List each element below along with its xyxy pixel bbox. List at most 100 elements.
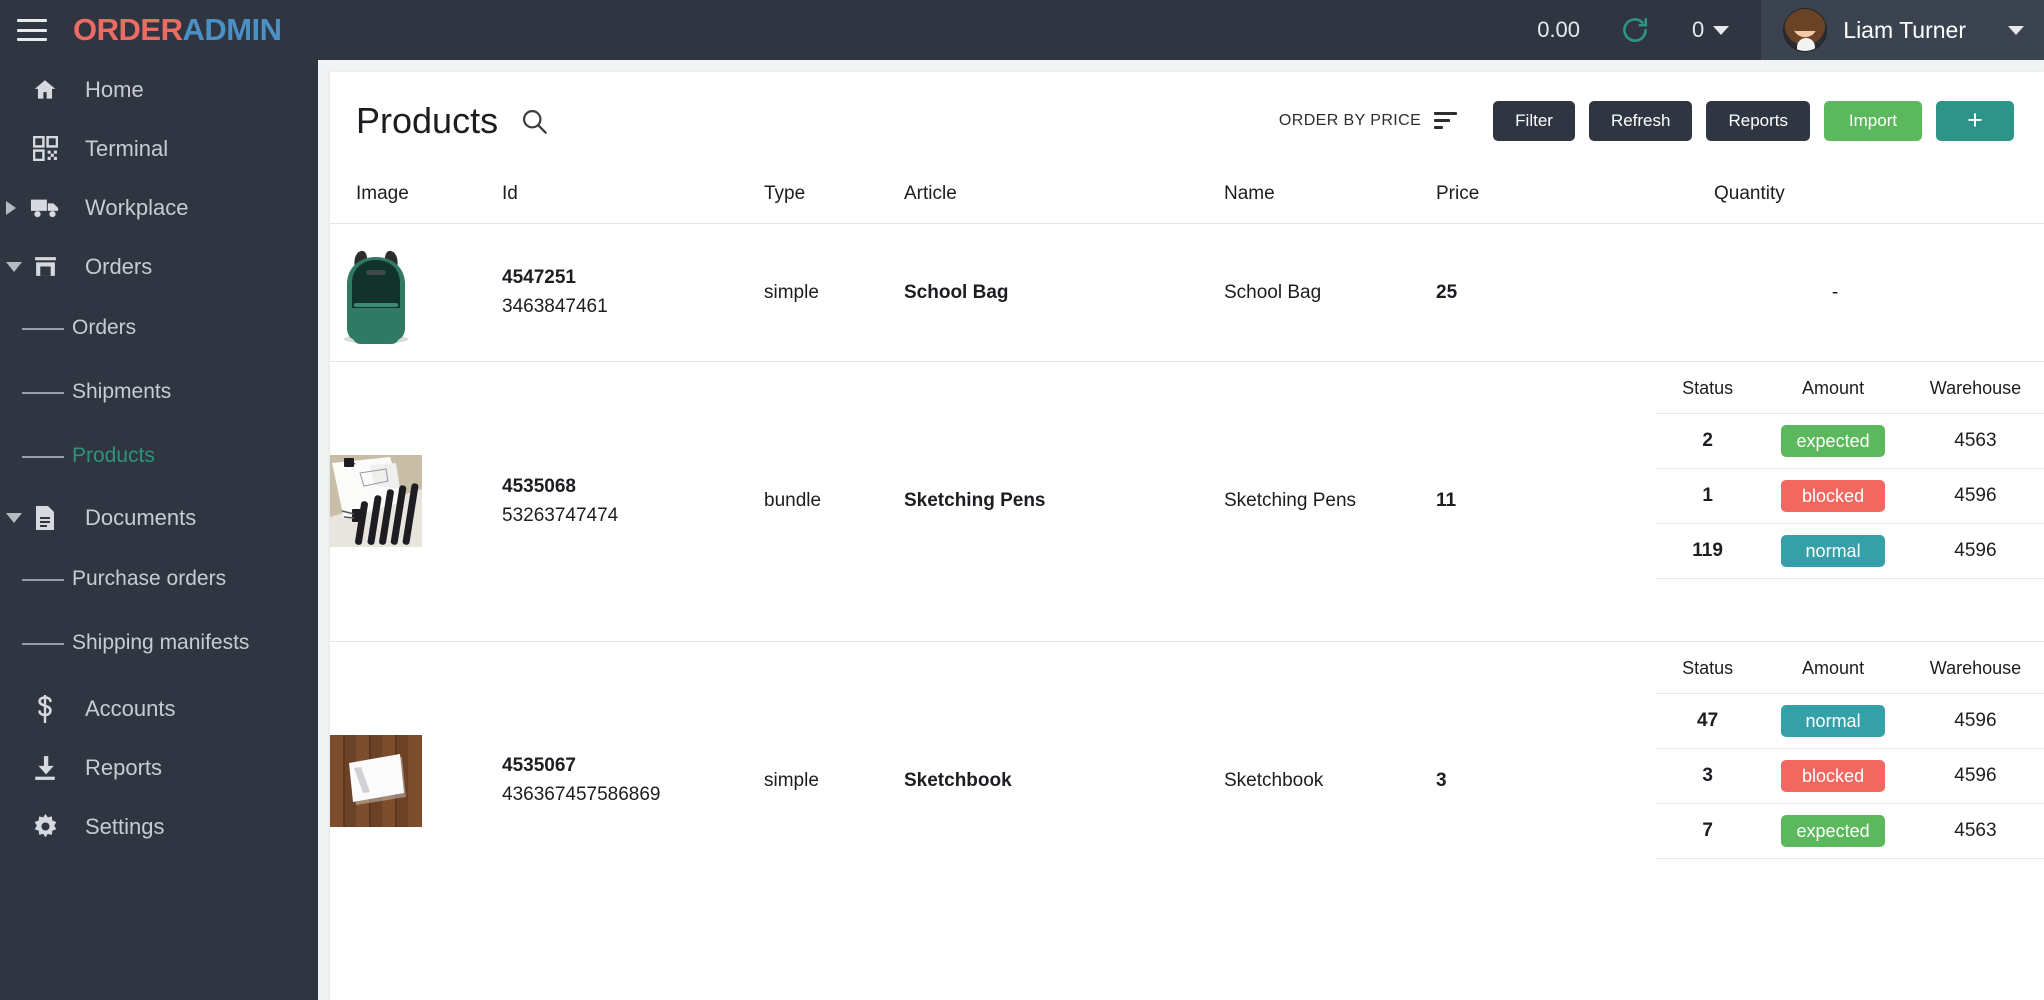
status-badge: normal bbox=[1781, 535, 1886, 567]
quantity-spacer bbox=[1656, 578, 2044, 625]
table-header-row: Image Id Type Article Name Price Quantit… bbox=[330, 169, 2044, 224]
quantity-warehouse: 4596 bbox=[1906, 747, 2044, 803]
search-icon[interactable] bbox=[520, 107, 548, 135]
cell-id: 4535067 436367457586869 bbox=[502, 640, 764, 920]
qr-icon bbox=[28, 136, 62, 161]
cell-name: Sketchbook bbox=[1224, 640, 1436, 920]
status-badge: blocked bbox=[1781, 759, 1886, 792]
quantity-warehouse: 4563 bbox=[1906, 413, 2044, 469]
home-icon bbox=[28, 77, 62, 103]
add-button[interactable]: + bbox=[1936, 100, 2014, 141]
quantity-column-status: Status bbox=[1682, 657, 1734, 678]
main-content: Products ORDER BY PRICE Filter Refresh R… bbox=[318, 60, 2044, 1000]
quantity-column-amount: Amount bbox=[1802, 378, 1865, 398]
sidebar-item-shipping-manifests[interactable]: Shipping manifests bbox=[22, 611, 318, 675]
reports-button[interactable]: Reports bbox=[1706, 100, 1810, 141]
column-header-name[interactable]: Name bbox=[1224, 169, 1436, 224]
cell-price: 25 bbox=[1436, 223, 1626, 362]
quantity-warehouse: 4596 bbox=[1906, 468, 2044, 524]
column-header-quantity[interactable]: Quantity bbox=[1626, 169, 2044, 224]
chevron-down-icon[interactable] bbox=[6, 512, 22, 523]
sidebar-item-products[interactable]: Products bbox=[22, 424, 318, 488]
sidebar-sublabel: Shipping manifests bbox=[72, 631, 250, 654]
quantity-status: 2 bbox=[1656, 413, 1760, 469]
quantity-row: 7 expected 4563 bbox=[1656, 802, 2044, 858]
quantity-status: 119 bbox=[1656, 523, 1760, 579]
order-by-price-control[interactable]: ORDER BY PRICE bbox=[1279, 112, 1458, 130]
filter-button[interactable]: Filter bbox=[1493, 100, 1575, 141]
notification-counter[interactable]: 0 bbox=[1692, 17, 1730, 43]
sidebar-sublabel: Products bbox=[72, 444, 155, 467]
sidebar-item-accounts[interactable]: Accounts bbox=[0, 679, 318, 738]
table-row[interactable]: 4535068 53263747474 bundle Sketching Pen… bbox=[330, 361, 2044, 641]
sidebar: Home Terminal Workplace Orders Orders Sh… bbox=[0, 60, 318, 1000]
sidebar-item-orders-child[interactable]: Orders bbox=[22, 296, 318, 360]
column-header-type[interactable]: Type bbox=[764, 169, 904, 224]
top-bar-right: 0.00 0 Liam Turner bbox=[1537, 0, 2044, 60]
quantity-status: 1 bbox=[1656, 468, 1760, 524]
sidebar-label: Home bbox=[85, 76, 144, 102]
quantity-table-body: 47 normal 4596 3 blocked 4596 7 expected… bbox=[1656, 692, 2044, 904]
sidebar-item-shipments[interactable]: Shipments bbox=[22, 360, 318, 424]
quantity-table-body: 2 expected 4563 1 blocked 4596 119 norma… bbox=[1656, 413, 2044, 625]
refresh-button[interactable]: Refresh bbox=[1588, 100, 1693, 141]
quantity-column-warehouse: Warehouse bbox=[1929, 378, 2022, 398]
quantity-column-amount: Amount bbox=[1802, 657, 1865, 678]
sidebar-item-workplace[interactable]: Workplace bbox=[0, 178, 318, 237]
top-bar: ORDERADMIN 0.00 0 Liam Turner bbox=[0, 0, 2044, 60]
sidebar-sublabel: Purchase orders bbox=[72, 567, 227, 590]
download-icon bbox=[28, 755, 62, 781]
quantity-column-status: Status bbox=[1682, 378, 1734, 398]
table-row[interactable]: 4535067 436367457586869 simple Sketchboo… bbox=[330, 640, 2044, 920]
table-row[interactable]: 4547251 3463847461 simple School Bag Sch… bbox=[330, 223, 2044, 362]
sidebar-item-home[interactable]: Home bbox=[0, 60, 318, 119]
product-barcode: 3463847461 bbox=[502, 296, 608, 317]
sidebar-item-orders[interactable]: Orders bbox=[0, 237, 318, 296]
chevron-right-icon[interactable] bbox=[6, 200, 16, 215]
column-header-image[interactable]: Image bbox=[330, 169, 502, 224]
sidebar-item-purchase-orders[interactable]: Purchase orders bbox=[22, 547, 318, 611]
cell-image bbox=[330, 640, 502, 920]
chevron-down-icon bbox=[2008, 25, 2024, 35]
page-title: Products bbox=[356, 99, 499, 141]
sidebar-label: Workplace bbox=[85, 194, 189, 220]
sort-descending-icon bbox=[1434, 112, 1458, 129]
column-header-price[interactable]: Price bbox=[1436, 169, 1626, 224]
quantity-row: 3 blocked 4596 bbox=[1656, 747, 2044, 803]
cell-name: Sketching Pens bbox=[1224, 361, 1436, 641]
quantity-table-head: Status Amount Warehouse bbox=[1656, 658, 2044, 694]
quantity-warehouse: 4563 bbox=[1906, 802, 2044, 858]
cell-article: Sketching Pens bbox=[904, 361, 1224, 641]
import-button[interactable]: Import bbox=[1824, 100, 1922, 141]
status-badge: blocked bbox=[1781, 480, 1886, 512]
cell-name: School Bag bbox=[1224, 223, 1436, 362]
quantity-row-spacer bbox=[1656, 857, 2044, 904]
quantity-table: Status Amount Warehouse 47 normal 4596 3… bbox=[1656, 658, 2044, 904]
page-header: Products ORDER BY PRICE Filter Refresh R… bbox=[330, 72, 2044, 169]
user-menu[interactable]: Liam Turner bbox=[1761, 0, 2044, 60]
sidebar-item-reports[interactable]: Reports bbox=[0, 738, 318, 797]
product-id: 4535068 bbox=[502, 475, 576, 497]
quantity-status: 7 bbox=[1656, 802, 1760, 858]
cell-image bbox=[330, 223, 502, 362]
hamburger-icon[interactable] bbox=[17, 19, 47, 41]
chevron-down-icon[interactable] bbox=[6, 261, 22, 272]
status-badge: normal bbox=[1781, 704, 1886, 737]
orders-subnav: Orders Shipments Products bbox=[0, 296, 318, 488]
quantity-warehouse: 4596 bbox=[1906, 692, 2044, 748]
column-header-id[interactable]: Id bbox=[502, 169, 764, 224]
sidebar-label: Documents bbox=[85, 504, 197, 530]
app-logo[interactable]: ORDERADMIN bbox=[73, 12, 282, 48]
products-table-body: 4547251 3463847461 simple School Bag Sch… bbox=[330, 223, 2044, 920]
quantity-amount-cell: expected bbox=[1759, 413, 1907, 469]
refresh-icon[interactable] bbox=[1620, 15, 1650, 45]
sidebar-item-documents[interactable]: Documents bbox=[0, 488, 318, 547]
cell-quantity: Status Amount Warehouse 47 normal 4596 3… bbox=[1626, 640, 2044, 920]
column-header-article[interactable]: Article bbox=[904, 169, 1224, 224]
sidebar-item-settings[interactable]: Settings bbox=[0, 797, 318, 856]
sidebar-label: Settings bbox=[85, 813, 165, 839]
status-badge: expected bbox=[1781, 814, 1886, 847]
cell-article: School Bag bbox=[904, 223, 1224, 362]
product-barcode: 436367457586869 bbox=[502, 784, 661, 806]
sidebar-item-terminal[interactable]: Terminal bbox=[0, 119, 318, 178]
